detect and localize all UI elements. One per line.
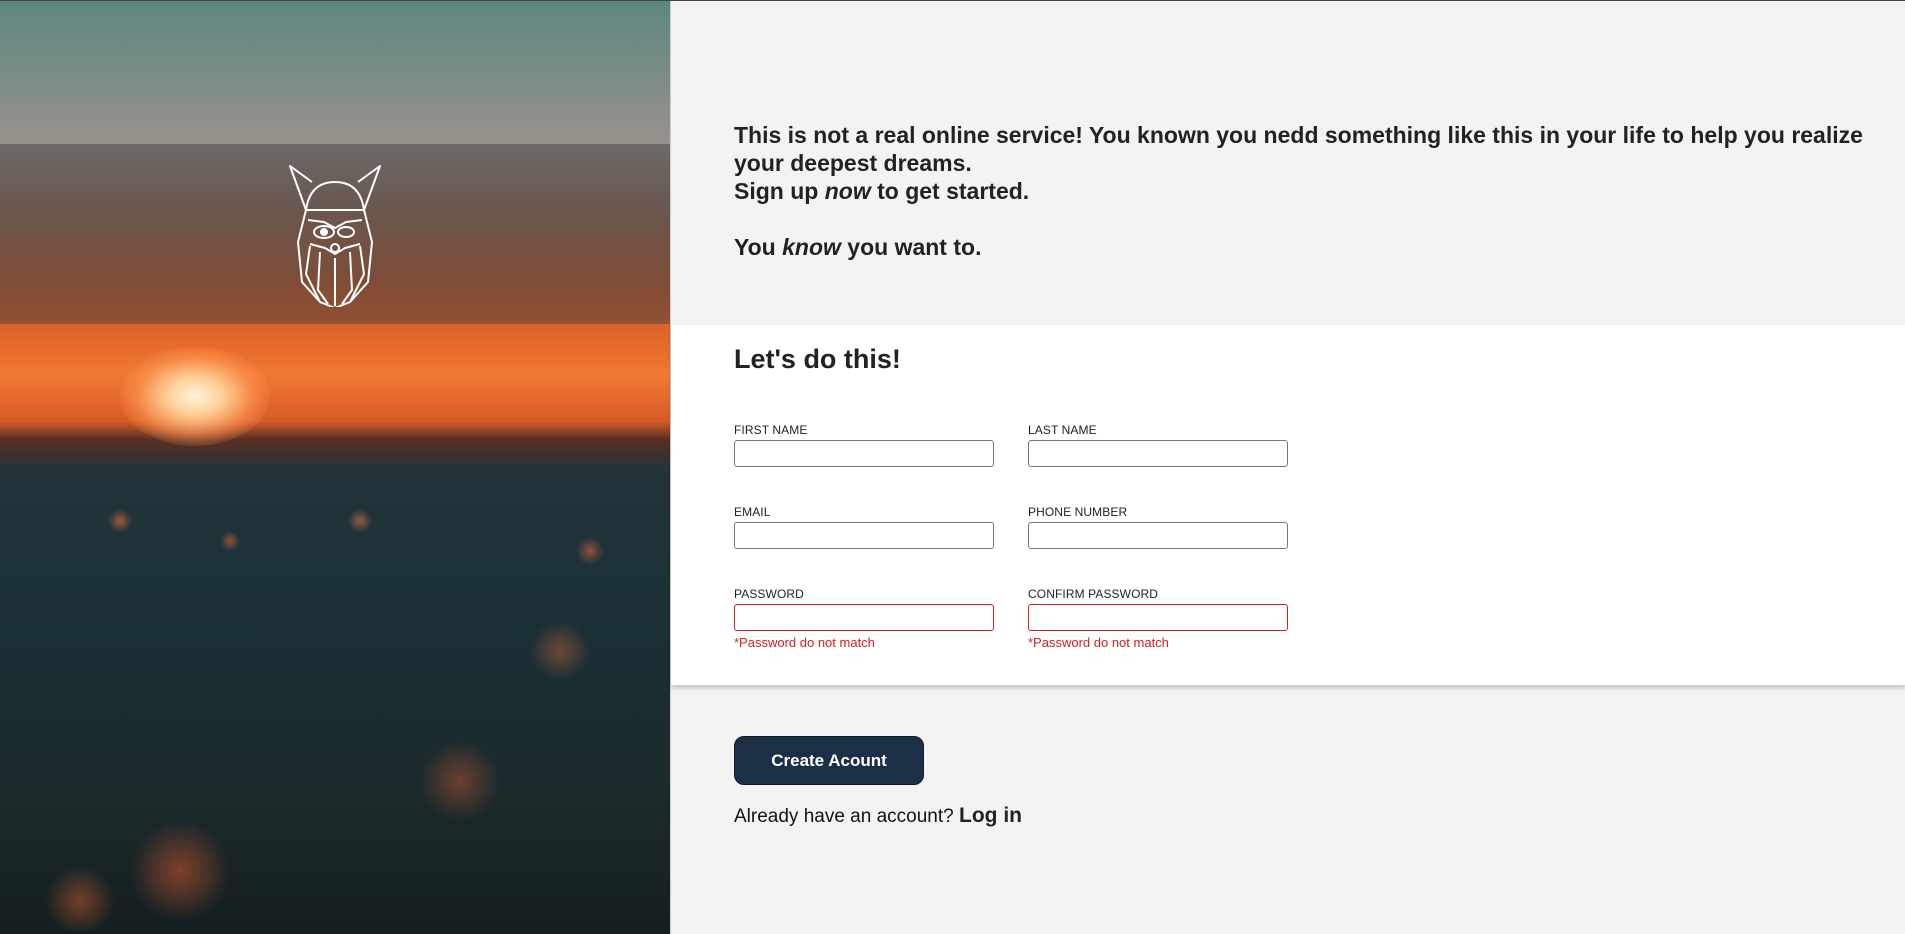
viking-head-icon — [289, 164, 381, 307]
intro-line-2-emphasis: now — [824, 178, 871, 204]
form-heading: Let's do this! — [734, 344, 901, 374]
login-prompt: Already have an account? Log in — [734, 804, 1022, 828]
hero-image — [0, 1, 671, 934]
last-name-group: LAST NAME — [1028, 423, 1288, 467]
confirm-password-error: *Password do not match — [1028, 635, 1169, 650]
main-content: This is not a real online service! You k… — [671, 1, 1905, 934]
intro-line-3: You know you want to. — [734, 233, 1905, 261]
signup-page: This is not a real online service! You k… — [0, 0, 1905, 934]
phone-group: PHONE NUMBER — [1028, 505, 1288, 549]
first-name-label: FIRST NAME — [734, 423, 808, 437]
first-name-group: FIRST NAME — [734, 423, 994, 467]
confirm-password-label: CONFIRM PASSWORD — [1028, 587, 1159, 601]
sunset-sun — [120, 346, 270, 446]
login-link[interactable]: Log in — [959, 804, 1022, 827]
intro-line-2: Sign up now to get started. — [734, 177, 1905, 205]
login-prompt-text: Already have an account? — [734, 806, 954, 827]
password-label: PASSWORD — [734, 587, 804, 601]
last-name-input[interactable] — [1028, 440, 1288, 467]
confirm-password-group: CONFIRM PASSWORD *Password do not match — [1028, 587, 1288, 650]
water-highlights — [0, 501, 670, 931]
last-name-label: LAST NAME — [1028, 423, 1097, 437]
password-group: PASSWORD *Password do not match — [734, 587, 994, 650]
logo-band — [0, 144, 670, 324]
intro-line-3-end: you want to. — [840, 234, 982, 260]
phone-input[interactable] — [1028, 522, 1288, 549]
intro-line-3-start: You — [734, 234, 783, 260]
intro-line-2-start: Sign up — [734, 178, 825, 204]
password-input[interactable] — [734, 604, 994, 631]
phone-label: PHONE NUMBER — [1028, 505, 1128, 519]
email-group: EMAIL — [734, 505, 994, 549]
intro-line-1: This is not a real online service! You k… — [734, 122, 1863, 176]
confirm-password-input[interactable] — [1028, 604, 1288, 631]
email-input[interactable] — [734, 522, 994, 549]
first-name-input[interactable] — [734, 440, 994, 467]
password-error: *Password do not match — [734, 635, 875, 650]
intro-line-3-emphasis: know — [782, 234, 841, 260]
intro-line-2-end: to get started. — [870, 178, 1030, 204]
create-account-button[interactable]: Create Acount — [734, 736, 924, 785]
intro-text: This is not a real online service! You k… — [734, 121, 1905, 261]
email-label: EMAIL — [734, 505, 771, 519]
signup-form: Let's do this! FIRST NAME LAST NAME EMAI… — [671, 325, 1905, 685]
